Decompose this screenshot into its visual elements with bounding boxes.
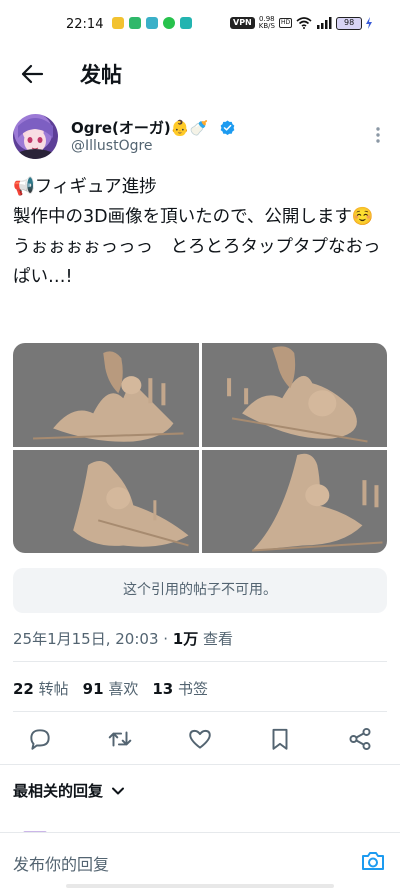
quoted-post-unavailable: 这个引用的帖子不可用。 — [13, 568, 387, 613]
figure-render-image — [33, 351, 184, 442]
app-notification-icon — [163, 17, 175, 29]
likes-label: 喜欢 — [108, 680, 139, 698]
bookmark-icon[interactable] — [267, 726, 293, 752]
reposts-label: 转帖 — [38, 680, 69, 698]
tweet-author: Ogre(オーガ)👶🍼 @IllustOgre — [13, 114, 387, 164]
likes-stat[interactable]: 91 喜欢 — [83, 678, 139, 699]
network-speed: 0.98 KB/S — [259, 16, 275, 30]
media-grid — [13, 343, 387, 553]
reposts-count: 22 — [13, 680, 34, 698]
reposts-stat[interactable]: 22 转帖 — [13, 678, 69, 699]
bookmarks-count: 13 — [152, 680, 174, 698]
author-name[interactable]: Ogre(オーガ)👶🍼 — [71, 117, 208, 138]
media-image-2[interactable] — [201, 343, 387, 447]
chevron-down-icon — [112, 787, 125, 794]
app-notification-icon — [180, 17, 192, 29]
status-indicators: VPN 0.98 KB/S HD 98 — [230, 16, 373, 30]
replies-sort-label: 最相关的回复 — [13, 782, 104, 800]
status-bar: 22:14 VPN 0.98 KB/S HD 98 — [0, 0, 400, 50]
back-arrow-icon[interactable] — [18, 60, 46, 88]
status-time: 22:14 — [66, 17, 104, 32]
reply-icon[interactable] — [27, 726, 53, 752]
date-time: 25年1月15日, 20:03 · — [13, 630, 173, 648]
reply-input[interactable]: 发布你的回复 — [13, 851, 109, 875]
bookmarks-label: 书签 — [178, 680, 209, 698]
divider — [13, 661, 387, 662]
tweet-actions — [13, 720, 387, 756]
media-image-3[interactable] — [13, 449, 199, 553]
hd-badge: HD — [278, 18, 293, 28]
vpn-badge: VPN — [230, 17, 255, 29]
repost-icon[interactable] — [107, 726, 133, 752]
share-icon[interactable] — [347, 726, 373, 752]
avatar[interactable] — [13, 114, 58, 159]
reply-composer-bar: 发布你的回复 — [0, 832, 400, 888]
views-label: 查看 — [198, 630, 234, 648]
divider — [0, 764, 400, 765]
wifi-icon — [296, 17, 312, 29]
network-speed-unit: KB/S — [258, 22, 275, 30]
avatar-illustration — [15, 118, 56, 159]
like-icon[interactable] — [187, 726, 213, 752]
app-notification-icon — [146, 17, 158, 29]
notification-icons — [112, 17, 192, 29]
verified-badge-icon — [220, 120, 235, 135]
battery-indicator: 98 — [336, 16, 363, 30]
bookmarks-stat[interactable]: 13 书签 — [152, 678, 208, 699]
page-title: 发帖 — [80, 63, 122, 87]
media-image-1[interactable] — [13, 343, 199, 447]
tweet-text: 📢フィギュア進捗 製作中の3D画像を頂いたので、公開します☺️ うぉぉぉぉっっっ… — [13, 177, 381, 287]
app-notification-icon — [112, 17, 124, 29]
author-handle: @IllustOgre — [71, 138, 153, 154]
app-notification-icon — [129, 17, 141, 29]
top-bar: 发帖 — [0, 50, 400, 98]
signal-icon — [317, 17, 332, 29]
figure-render-image — [73, 460, 189, 547]
likes-count: 91 — [82, 680, 104, 698]
engagement-stats: 22 转帖 91 喜欢 13 书签 — [13, 678, 208, 699]
figure-render-image — [251, 453, 383, 551]
views-count: 1万 — [172, 630, 199, 648]
home-indicator — [66, 884, 334, 888]
divider — [13, 711, 387, 712]
charging-icon — [366, 17, 373, 29]
media-image-4[interactable] — [201, 449, 387, 553]
more-options-icon[interactable] — [369, 124, 387, 146]
replies-sort-dropdown[interactable]: 最相关的回复 — [13, 780, 125, 801]
camera-icon[interactable] — [360, 849, 386, 873]
tweet-timestamp: 25年1月15日, 20:03 · 1万 查看 — [13, 628, 233, 649]
figure-render-image — [226, 346, 368, 443]
